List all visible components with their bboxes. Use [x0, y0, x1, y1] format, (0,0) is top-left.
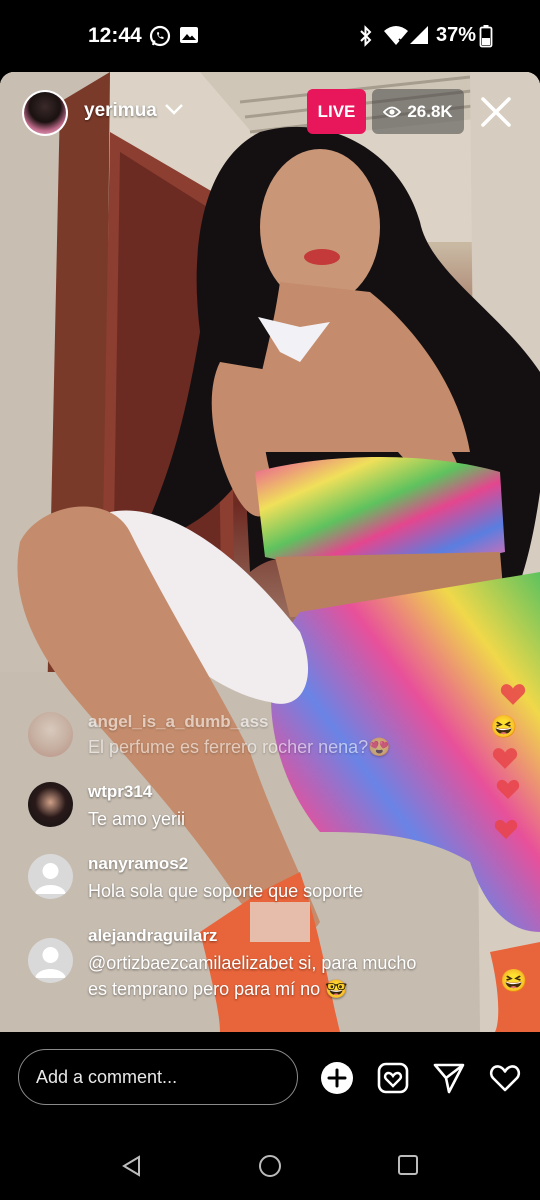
- heart-icon[interactable]: [488, 1061, 522, 1095]
- viewer-count: 26.8K: [407, 101, 453, 121]
- comment-avatar: [28, 712, 73, 757]
- chevron-down-icon[interactable]: [164, 102, 184, 116]
- host-avatar[interactable]: [22, 90, 68, 136]
- system-nav-bar: [0, 1132, 540, 1200]
- live-badge: LIVE: [307, 89, 366, 134]
- eye-icon: [383, 106, 402, 117]
- comment-input[interactable]: [18, 1049, 298, 1105]
- battery-icon: [479, 25, 493, 48]
- comment-avatar: [28, 782, 73, 827]
- nav-home-icon[interactable]: [258, 1154, 282, 1178]
- comment-username: alejandraguilarz: [88, 926, 218, 945]
- gallery-icon: [180, 27, 198, 43]
- battery-percent: 37%: [436, 24, 477, 46]
- close-icon[interactable]: [476, 92, 516, 132]
- floating-heart-icon: [500, 684, 526, 705]
- whatsapp-icon: [149, 25, 171, 47]
- nav-recents-icon[interactable]: [397, 1154, 419, 1176]
- comment-avatar: [28, 938, 73, 983]
- reaction-emoji: 😆: [490, 714, 518, 739]
- viewer-count-badge[interactable]: 26.8K: [372, 89, 464, 134]
- comment-username: wtpr314: [88, 782, 153, 801]
- comment-text: Te amo yerii: [88, 809, 186, 829]
- reaction-emoji: 😆: [500, 968, 528, 993]
- signal-icon: [410, 26, 428, 44]
- host-username[interactable]: yerimua: [84, 100, 157, 122]
- add-icon[interactable]: [320, 1061, 354, 1095]
- comment-text: Hola sola que soporte que soporte: [88, 881, 364, 901]
- send-icon[interactable]: [432, 1061, 466, 1095]
- nav-back-icon[interactable]: [120, 1154, 144, 1178]
- comment-text: El perfume es ferrero rocher nena?😍: [88, 737, 391, 757]
- wifi-icon: [384, 26, 408, 45]
- floating-heart-icon: [494, 819, 518, 839]
- floating-heart-icon: [492, 748, 518, 769]
- status-time: 12:44: [88, 24, 142, 47]
- bluetooth-icon: [360, 25, 372, 47]
- floating-heart-icon: [496, 779, 520, 799]
- comment-username: nanyramos2: [88, 854, 189, 873]
- live-video[interactable]: yerimua LIVE 26.8K angel_is_a_dumb_ass E…: [0, 72, 540, 1032]
- gift-frame-icon[interactable]: [376, 1061, 410, 1095]
- status-bar: 12:44 37%: [0, 0, 540, 72]
- comment-username: angel_is_a_dumb_ass: [88, 712, 269, 731]
- comment-avatar: [28, 854, 73, 899]
- comment-text: @ortizbaezcamilaelizabet si, para mucho …: [88, 953, 417, 999]
- live-action-bar: [0, 1032, 540, 1132]
